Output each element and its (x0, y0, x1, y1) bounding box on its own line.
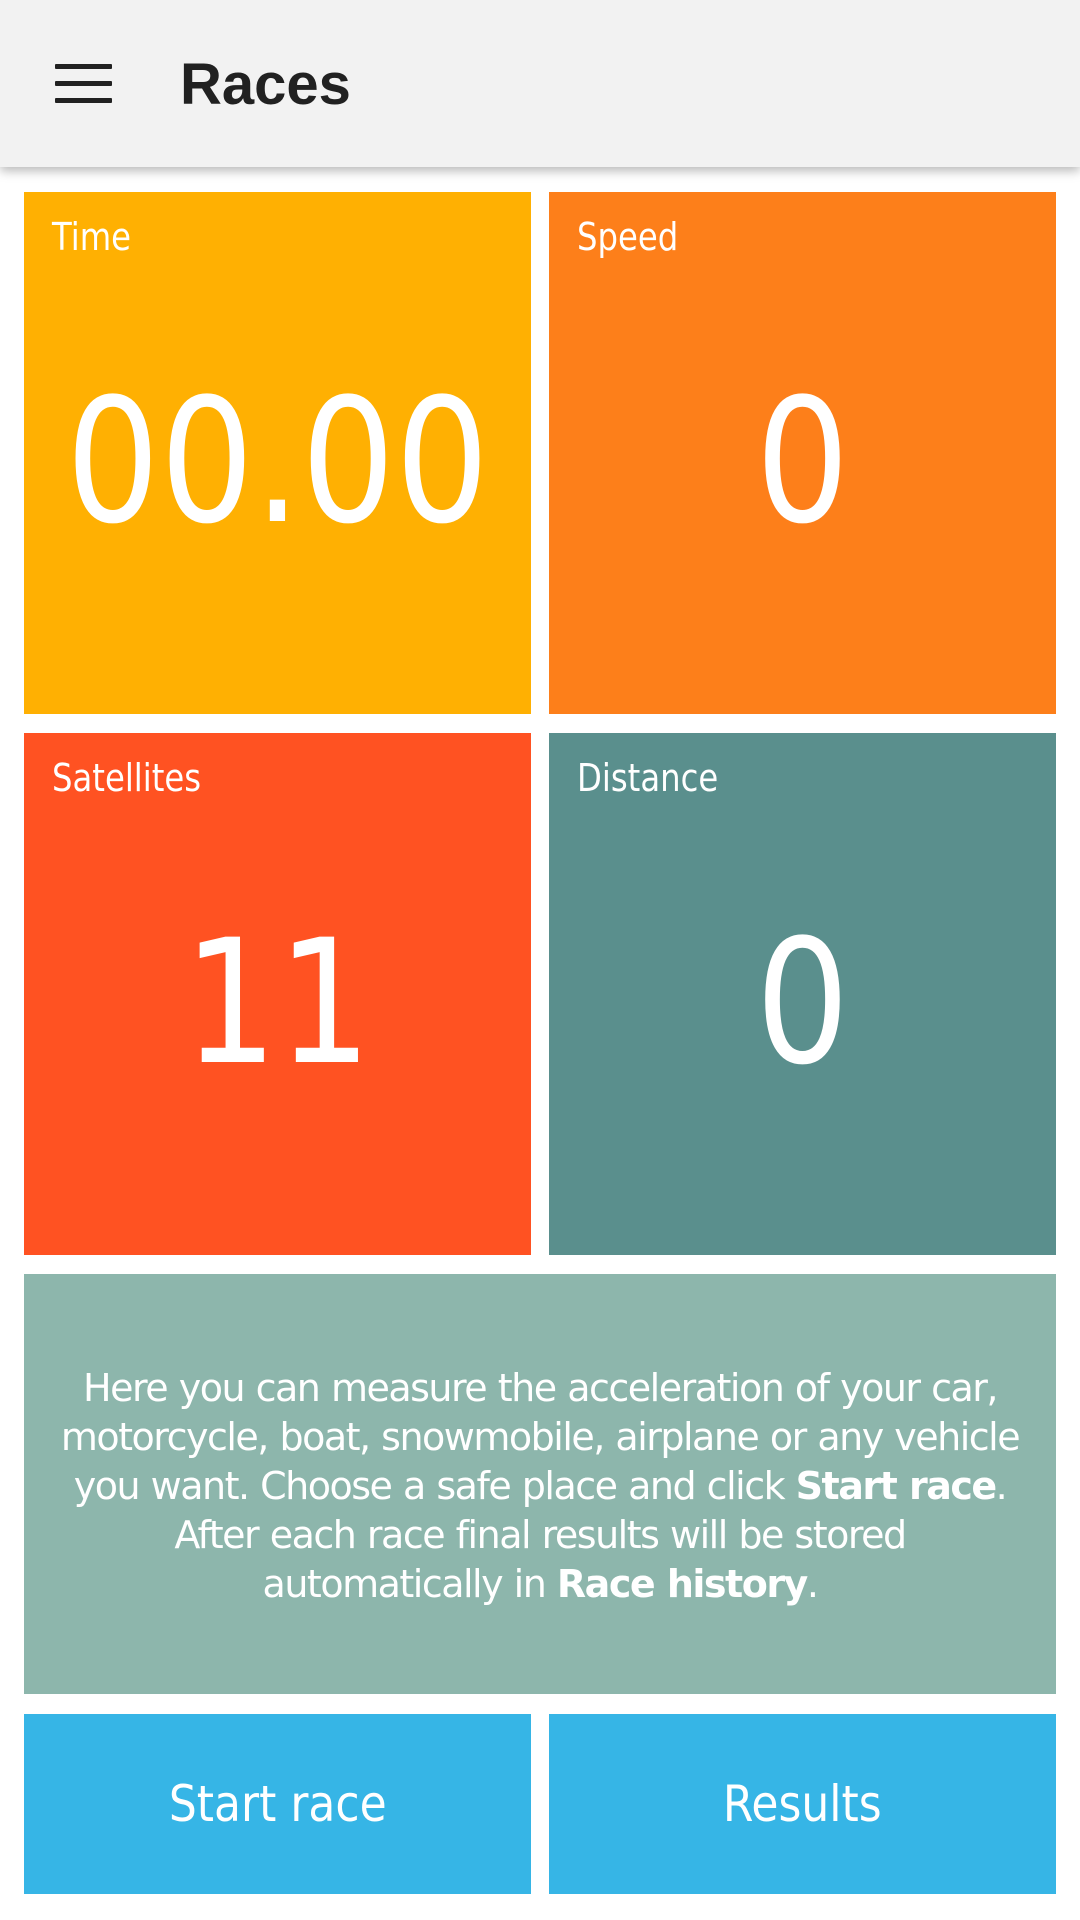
distance-value: 0 (755, 902, 850, 1103)
page-title: Races (180, 52, 351, 117)
hamburger-menu-icon[interactable] (55, 64, 112, 104)
menu-line (55, 98, 112, 103)
satellites-label: Satellites (52, 756, 202, 800)
distance-tile: Distance 0 (549, 733, 1056, 1255)
app-bar: Races (0, 0, 1080, 167)
time-label: Time (52, 215, 132, 259)
satellites-tile: Satellites 11 (24, 733, 531, 1255)
speed-tile: Speed 0 (549, 192, 1056, 714)
info-text: Here you can measure the acceleration of… (50, 1364, 1030, 1609)
info-bold-race-history: Race history (556, 1562, 808, 1606)
info-text-part: . (806, 1562, 819, 1606)
menu-line (55, 64, 112, 69)
time-value: 00.00 (65, 361, 490, 562)
info-bold-start-race: Start race (795, 1464, 998, 1508)
results-button[interactable]: Results (549, 1714, 1056, 1894)
time-tile: Time 00.00 (24, 192, 531, 714)
satellites-value: 11 (183, 902, 372, 1103)
speed-label: Speed (577, 215, 679, 259)
speed-value: 0 (755, 361, 850, 562)
distance-label: Distance (577, 756, 719, 800)
info-panel: Here you can measure the acceleration of… (24, 1274, 1056, 1694)
start-race-label: Start race (168, 1775, 387, 1833)
start-race-button[interactable]: Start race (24, 1714, 531, 1894)
results-label: Results (723, 1775, 882, 1833)
menu-line (55, 81, 112, 86)
